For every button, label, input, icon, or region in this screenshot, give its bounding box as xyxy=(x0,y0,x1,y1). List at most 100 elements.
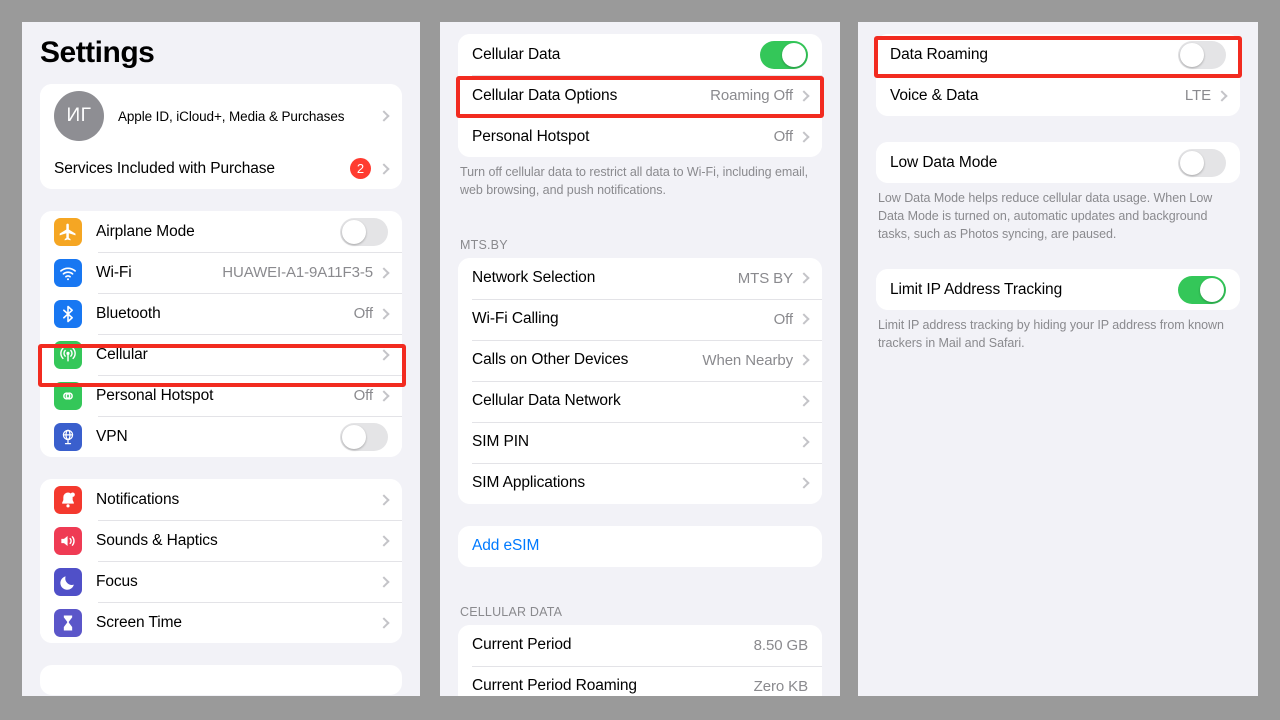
sidebar-item-label: Personal Hotspot xyxy=(96,386,214,404)
current-period-value: 8.50 GB xyxy=(753,636,808,654)
current-period-roaming-row[interactable]: Current Period Roaming Zero KB xyxy=(458,665,822,696)
toggle-knob xyxy=(1200,277,1224,302)
cellular-data-footnote: Turn off cellular data to restrict all d… xyxy=(460,165,809,197)
sidebar-item-cellular[interactable]: Cellular xyxy=(40,334,402,375)
carrier-card: Network Selection MTS BY Wi-Fi Calling O… xyxy=(458,257,822,504)
chevron-right-icon xyxy=(798,89,810,102)
add-esim-group: Add eSIM xyxy=(440,525,840,567)
account-group: ИГ Apple ID, iCloud+, Media & Purchases … xyxy=(22,84,420,189)
sidebar-item-label: Focus xyxy=(96,572,138,590)
chevron-right-icon xyxy=(798,477,810,489)
low-data-mode-group: Low Data Mode Low Data Mode helps reduce… xyxy=(858,142,1258,243)
sidebar-item-label: VPN xyxy=(96,427,128,445)
cellular-data-network-label: Cellular Data Network xyxy=(472,392,621,409)
voice-and-data-row[interactable]: Voice & Data LTE xyxy=(876,75,1240,116)
chevron-right-icon xyxy=(378,616,390,629)
sidebar-item-wifi[interactable]: Wi-Fi HUAWEI-A1-9A11F3-5 xyxy=(40,252,402,293)
chevron-right-icon xyxy=(798,354,810,366)
sidebar-item-airplane-mode[interactable]: Airplane Mode xyxy=(40,211,402,252)
services-included-row[interactable]: Services Included with Purchase 2 xyxy=(40,148,402,189)
sidebar-item-vpn[interactable]: VPN xyxy=(40,416,402,457)
moon-icon xyxy=(54,567,82,596)
chevron-right-icon xyxy=(378,307,390,320)
cellular-data-network-row[interactable]: Cellular Data Network xyxy=(458,380,822,422)
cellular-data-toggle[interactable] xyxy=(760,40,808,69)
sidebar-item-sounds-haptics[interactable]: Sounds & Haptics xyxy=(40,520,402,561)
limit-ip-tracking-toggle[interactable] xyxy=(1178,275,1226,304)
add-esim-row[interactable]: Add eSIM xyxy=(458,525,822,567)
wifi-calling-row[interactable]: Wi-Fi Calling Off xyxy=(458,298,822,340)
sidebar-item-screen-time[interactable]: Screen Time xyxy=(40,602,402,643)
sim-pin-row[interactable]: SIM PIN xyxy=(458,421,822,463)
airplane-mode-toggle[interactable] xyxy=(340,217,388,246)
network-selection-row[interactable]: Network Selection MTS BY xyxy=(458,257,822,299)
cellular-data-options-row[interactable]: Cellular Data Options Roaming Off xyxy=(458,75,822,116)
data-roaming-row[interactable]: Data Roaming xyxy=(876,34,1240,75)
data-roaming-label: Data Roaming xyxy=(890,45,988,63)
connectivity-card: Airplane Mode Wi-Fi HUAWEI-A1-9A11F3-5 B… xyxy=(40,211,402,457)
roaming-card: Data Roaming Voice & Data LTE xyxy=(876,34,1240,116)
calls-on-other-devices-value: When Nearby xyxy=(702,351,793,369)
vpn-toggle[interactable] xyxy=(340,422,388,451)
cellular-scroll[interactable]: Cellular Data Cellular Data Options Roam… xyxy=(440,22,840,696)
chevron-right-icon xyxy=(798,130,810,143)
sim-applications-label: SIM Applications xyxy=(472,474,585,491)
cellular-icon xyxy=(54,340,82,369)
cellular-data-options-value: Roaming Off xyxy=(710,87,793,104)
toggle-knob xyxy=(342,424,366,449)
sidebar-item-personal-hotspot[interactable]: Personal Hotspot Off xyxy=(40,375,402,416)
sidebar-item-label: Wi-Fi xyxy=(96,263,132,281)
cellular-data-row[interactable]: Cellular Data xyxy=(458,34,822,75)
roaming-group: Data Roaming Voice & Data LTE xyxy=(858,34,1258,116)
sim-applications-row[interactable]: SIM Applications xyxy=(458,462,822,504)
cellular-top-group: Cellular Data Cellular Data Options Roam… xyxy=(440,34,840,200)
current-period-roaming-label: Current Period Roaming xyxy=(472,677,637,694)
vpn-icon xyxy=(54,422,82,451)
chevron-right-icon xyxy=(378,110,390,122)
apple-id-subtitle: Apple ID, iCloud+, Media & Purchases xyxy=(118,108,345,124)
apple-id-row[interactable]: ИГ Apple ID, iCloud+, Media & Purchases xyxy=(40,84,402,148)
sidebar-item-label: Cellular xyxy=(96,345,148,363)
limit-ip-tracking-row[interactable]: Limit IP Address Tracking xyxy=(876,269,1240,311)
settings-scroll[interactable]: Settings ИГ Apple ID, iCloud+, Media & P… xyxy=(22,22,420,696)
page-title: Settings xyxy=(40,36,155,69)
chevron-right-icon xyxy=(378,389,390,402)
options-scroll[interactable]: Data Roaming Voice & Data LTE Low Data M… xyxy=(858,22,1258,696)
toggle-knob xyxy=(782,42,806,67)
toggle-knob xyxy=(1180,150,1204,175)
cellular-data-options-label: Cellular Data Options xyxy=(472,86,618,104)
current-period-roaming-value: Zero KB xyxy=(753,677,808,695)
low-data-mode-row[interactable]: Low Data Mode xyxy=(876,142,1240,183)
wifi-calling-value: Off xyxy=(773,310,794,328)
sidebar-item-label: Airplane Mode xyxy=(96,222,195,240)
system-card: Notifications Sounds & Haptics Focus Scr… xyxy=(40,479,402,643)
avatar: ИГ xyxy=(54,91,104,141)
add-esim-label: Add eSIM xyxy=(472,537,540,554)
data-roaming-toggle[interactable] xyxy=(1178,40,1226,69)
chevron-right-icon xyxy=(378,575,390,588)
low-data-mode-label: Low Data Mode xyxy=(890,153,998,171)
sidebar-item-notifications[interactable]: Notifications xyxy=(40,479,402,520)
sidebar-item-focus[interactable]: Focus xyxy=(40,561,402,602)
settings-panel: Settings ИГ Apple ID, iCloud+, Media & P… xyxy=(22,22,420,696)
screenshot-stage: Settings ИГ Apple ID, iCloud+, Media & P… xyxy=(0,0,1280,720)
toggle-knob xyxy=(342,219,366,244)
personal-hotspot-label: Personal Hotspot xyxy=(472,127,590,145)
connectivity-group: Airplane Mode Wi-Fi HUAWEI-A1-9A11F3-5 B… xyxy=(22,211,420,457)
personal-hotspot-row[interactable]: Personal Hotspot Off xyxy=(458,116,822,157)
network-selection-label: Network Selection xyxy=(472,269,596,286)
sidebar-item-bluetooth[interactable]: Bluetooth Off xyxy=(40,293,402,334)
limit-ip-tracking-group: Limit IP Address Tracking Limit IP addre… xyxy=(858,269,1258,353)
calls-on-other-devices-row[interactable]: Calls on Other Devices When Nearby xyxy=(458,339,822,381)
add-esim-card: Add eSIM xyxy=(458,525,822,567)
bluetooth-status-value: Off xyxy=(353,305,374,322)
bluetooth-icon xyxy=(54,299,82,328)
status-badge: 2 xyxy=(350,158,371,179)
low-data-mode-toggle[interactable] xyxy=(1178,148,1226,177)
current-period-row[interactable]: Current Period 8.50 GB xyxy=(458,624,822,666)
toggle-knob xyxy=(1180,42,1204,67)
current-period-label: Current Period xyxy=(472,636,572,653)
chevron-right-icon xyxy=(378,162,390,175)
low-data-mode-card: Low Data Mode xyxy=(876,142,1240,183)
next-group-card-partial xyxy=(40,665,402,695)
